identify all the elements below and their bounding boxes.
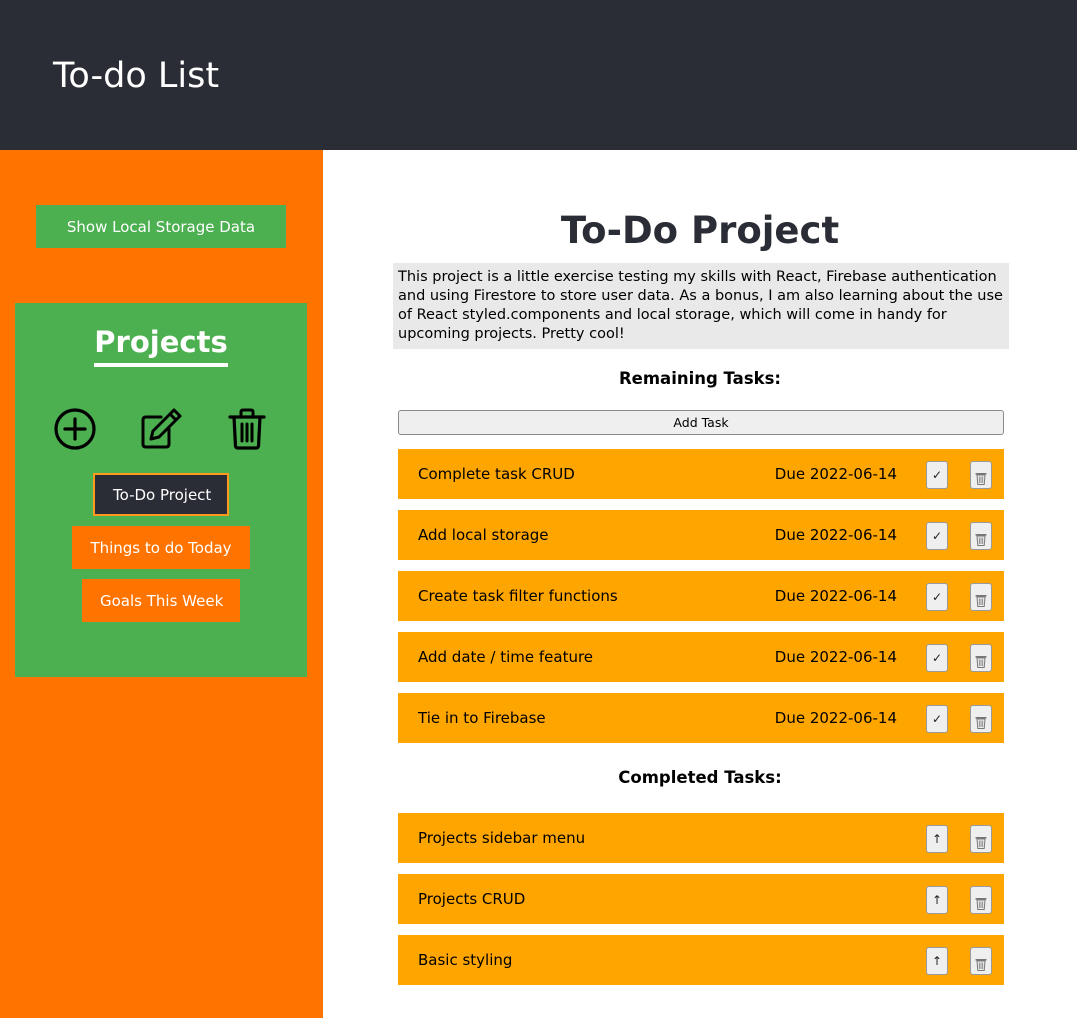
add-project-button[interactable] <box>53 407 97 451</box>
task-due-date: Due 2022-06-14 <box>774 465 897 483</box>
trash-icon <box>975 717 987 729</box>
edit-project-button[interactable] <box>139 407 183 451</box>
completed-task-row: Basic styling ↑ <box>398 935 1004 985</box>
trash-icon <box>975 534 987 546</box>
add-task-button[interactable]: Add Task <box>398 410 1004 435</box>
app-title: To-do List <box>53 56 220 96</box>
completed-task-row: Projects CRUD ↑ <box>398 874 1004 924</box>
projects-panel: Projects To-Do Project Things to do Toda… <box>15 303 307 677</box>
show-local-storage-button[interactable]: Show Local Storage Data <box>36 205 286 248</box>
project-description: This project is a little exercise testin… <box>393 263 1009 349</box>
project-item-goals-this-week[interactable]: Goals This Week <box>82 579 240 622</box>
delete-task-button[interactable] <box>970 522 992 550</box>
add-circle-icon <box>54 408 96 450</box>
delete-task-button[interactable] <box>970 947 992 975</box>
completed-task-row: Projects sidebar menu ↑ <box>398 813 1004 863</box>
task-row: Create task filter functions Due 2022-06… <box>398 571 1004 621</box>
task-row: Add local storage Due 2022-06-14 ✓ <box>398 510 1004 560</box>
task-row: Complete task CRUD Due 2022-06-14 ✓ <box>398 449 1004 499</box>
trash-icon <box>975 898 987 910</box>
task-due-date: Due 2022-06-14 <box>774 648 897 666</box>
trash-icon <box>975 595 987 607</box>
task-name: Projects CRUD <box>418 890 526 908</box>
delete-task-button[interactable] <box>970 886 992 914</box>
complete-task-button[interactable]: ✓ <box>926 522 948 550</box>
remaining-tasks-heading: Remaining Tasks: <box>618 369 782 388</box>
task-name: Add local storage <box>418 526 549 544</box>
sidebar: Show Local Storage Data Projects To-Do P… <box>0 150 323 1018</box>
task-name: Projects sidebar menu <box>418 829 586 847</box>
project-item-to-do-project[interactable]: To-Do Project <box>93 473 229 516</box>
edit-icon <box>141 408 182 449</box>
task-name: Basic styling <box>418 951 513 969</box>
task-row: Tie in to Firebase Due 2022-06-14 ✓ <box>398 693 1004 743</box>
task-row: Add date / time feature Due 2022-06-14 ✓ <box>398 632 1004 682</box>
task-due-date: Due 2022-06-14 <box>774 587 897 605</box>
delete-task-button[interactable] <box>970 705 992 733</box>
trash-icon <box>975 656 987 668</box>
restore-task-button[interactable]: ↑ <box>926 886 948 914</box>
complete-task-button[interactable]: ✓ <box>926 583 948 611</box>
delete-task-button[interactable] <box>970 583 992 611</box>
trash-icon <box>228 408 266 450</box>
restore-task-button[interactable]: ↑ <box>926 947 948 975</box>
trash-icon <box>975 959 987 971</box>
main-content: To-Do Project This project is a little e… <box>323 150 1077 1018</box>
delete-project-button[interactable] <box>225 407 269 451</box>
delete-task-button[interactable] <box>970 825 992 853</box>
restore-task-button[interactable]: ↑ <box>926 825 948 853</box>
completed-tasks-heading: Completed Tasks: <box>618 768 782 787</box>
project-title: To-Do Project <box>560 209 840 252</box>
complete-task-button[interactable]: ✓ <box>926 644 948 672</box>
projects-title: Projects <box>94 325 228 367</box>
project-item-things-to-do-today[interactable]: Things to do Today <box>72 526 250 569</box>
task-name: Complete task CRUD <box>418 465 575 483</box>
task-name: Tie in to Firebase <box>418 709 546 727</box>
complete-task-button[interactable]: ✓ <box>926 705 948 733</box>
task-name: Add date / time feature <box>418 648 594 666</box>
trash-icon <box>975 473 987 485</box>
task-name: Create task filter functions <box>418 587 618 605</box>
complete-task-button[interactable]: ✓ <box>926 461 948 489</box>
task-due-date: Due 2022-06-14 <box>774 526 897 544</box>
trash-icon <box>975 837 987 849</box>
delete-task-button[interactable] <box>970 461 992 489</box>
task-due-date: Due 2022-06-14 <box>774 709 897 727</box>
delete-task-button[interactable] <box>970 644 992 672</box>
app-header: To-do List <box>0 0 1077 150</box>
